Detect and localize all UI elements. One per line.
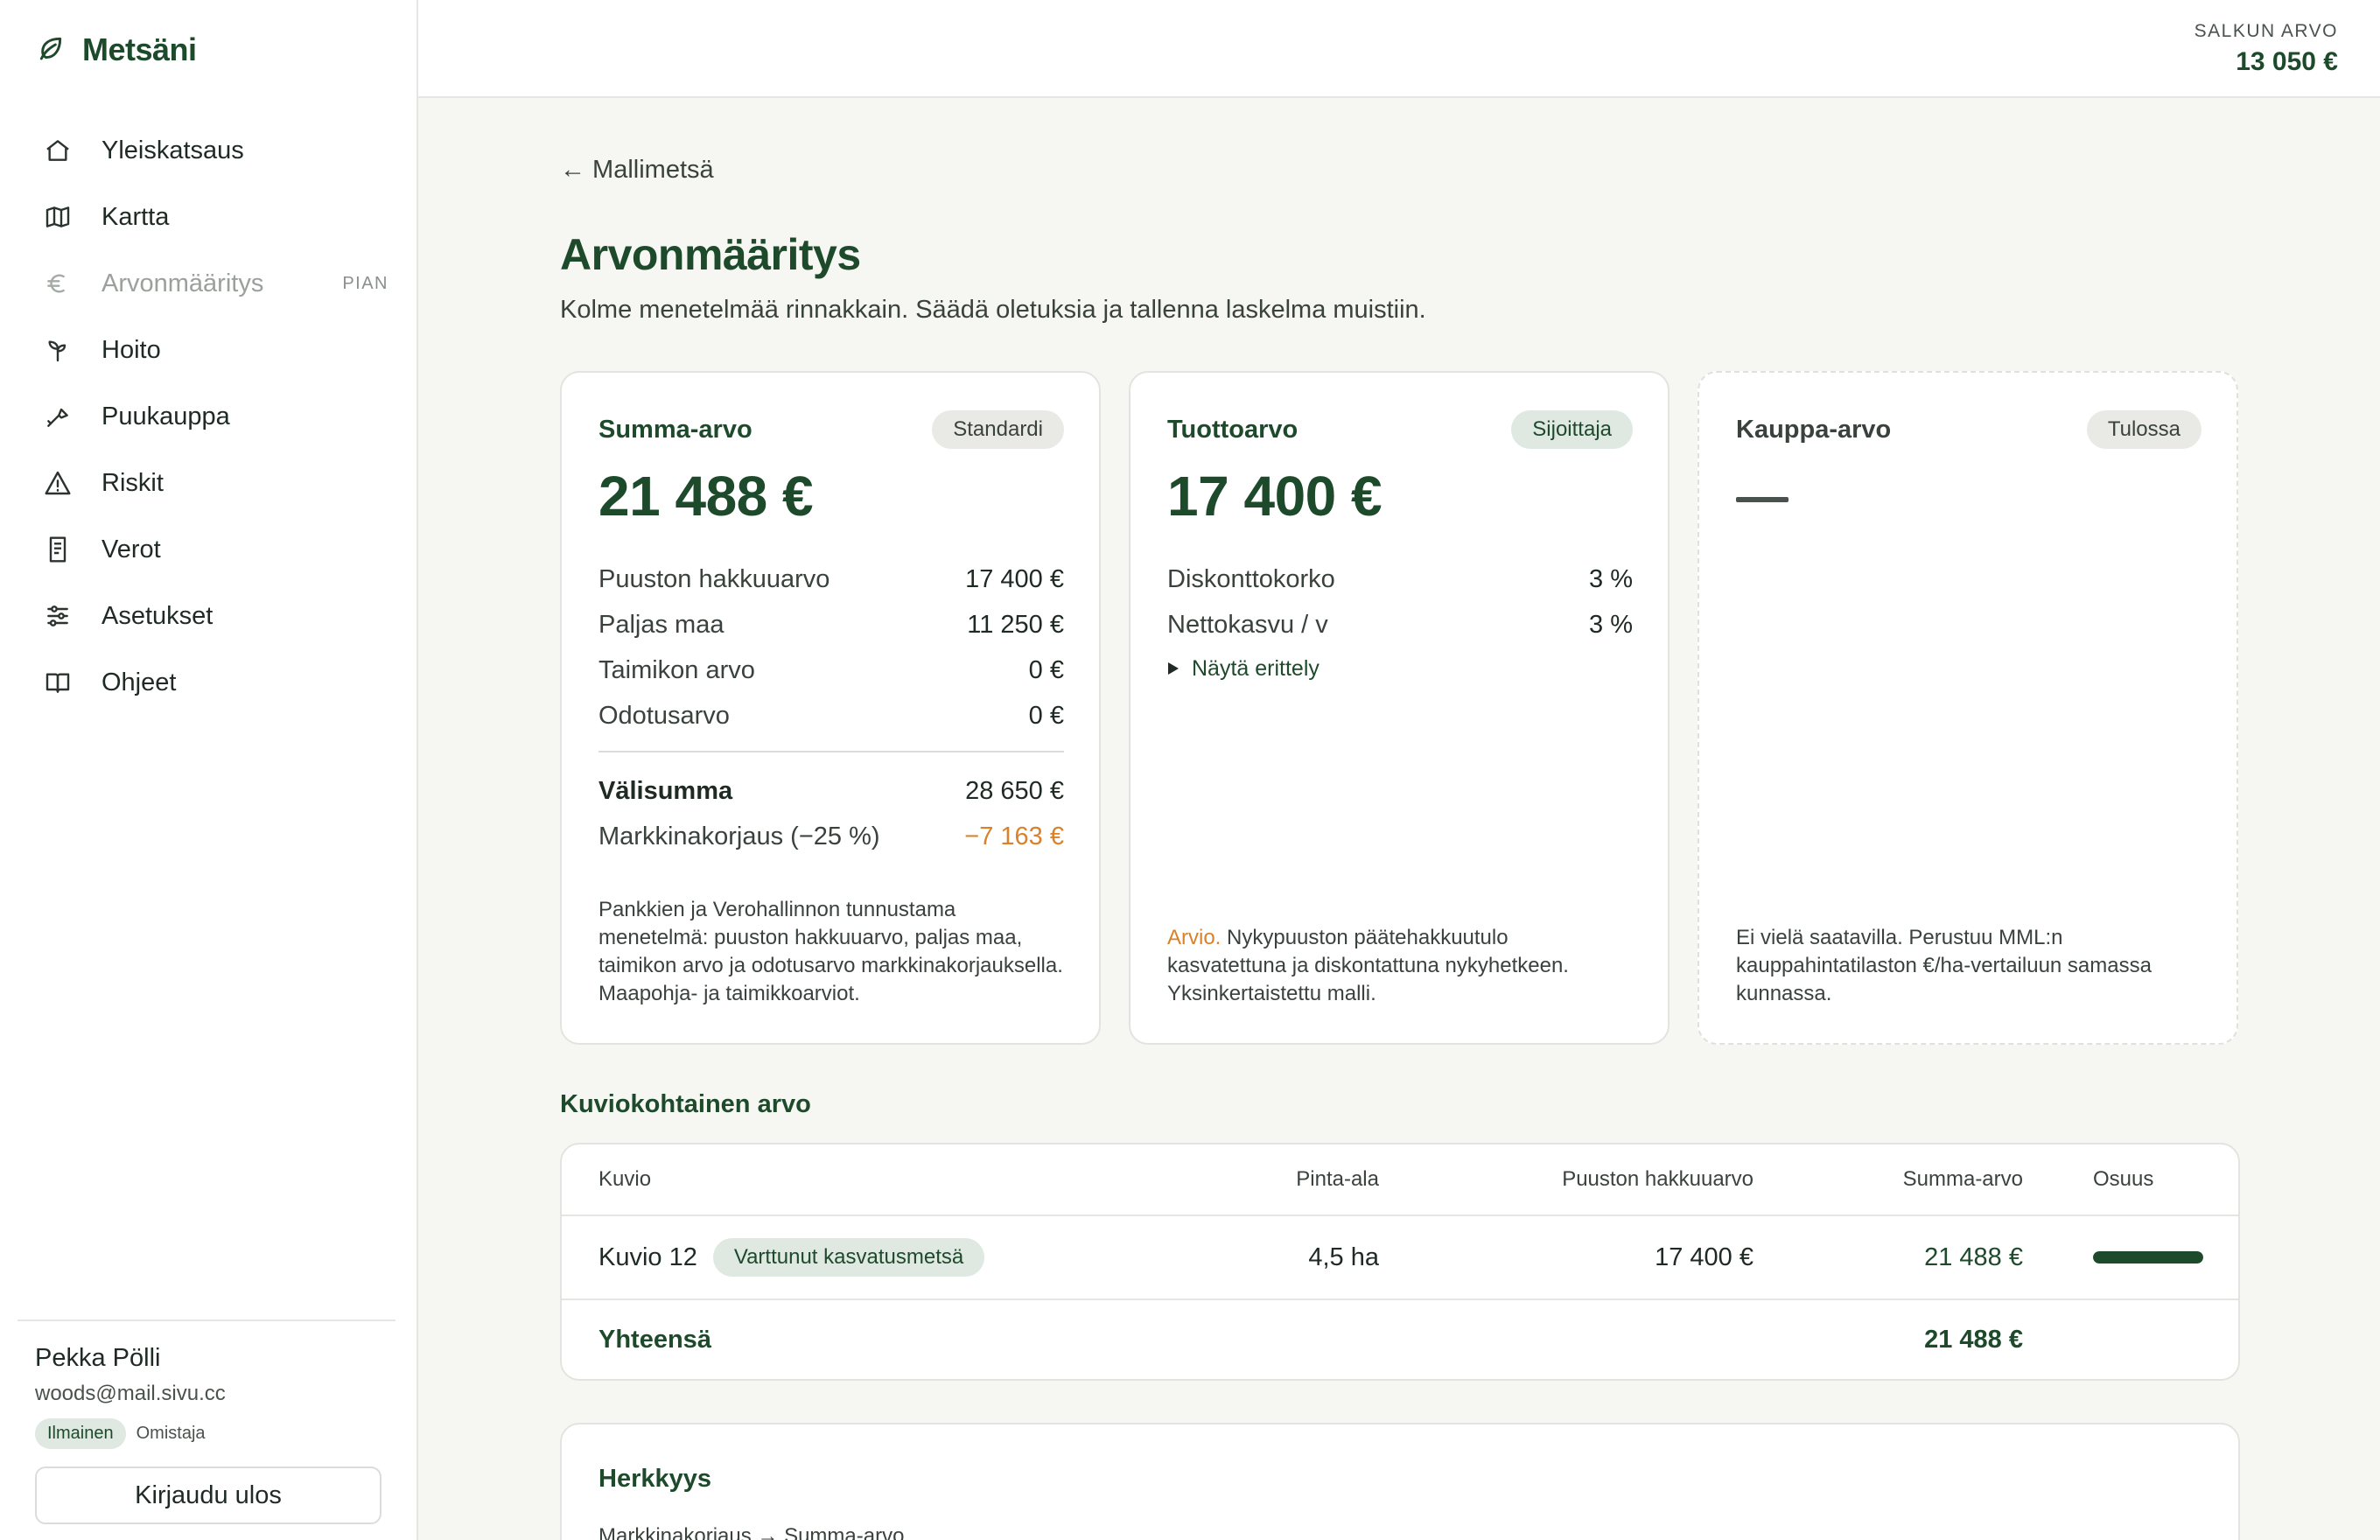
nav-label: Hoito [102, 335, 161, 364]
brand-name: Metsäni [82, 32, 197, 67]
sensitivity-title: Herkkyys [598, 1465, 711, 1493]
nav-label: Asetukset [102, 601, 214, 630]
show-breakdown-toggle[interactable]: Näytä erittely [1167, 656, 1633, 682]
stand-area: 4,5 ha [1308, 1242, 1379, 1271]
sensitivity-panel: Herkkyys Markkinakorjaus → Summa-arvo [560, 1423, 2240, 1540]
card-note: Pankkien ja Verohallinnon tunnustama men… [598, 898, 1063, 1005]
summa-arvo-card: Summa-arvo Standardi 21 488 € Puuston ha… [560, 371, 1101, 1045]
value-row: Odotusarvo 0 € [598, 701, 1064, 730]
nav-item-arvonmaaritys[interactable]: Arvonmääritys PIAN [23, 250, 396, 317]
nav-label: Verot [102, 535, 161, 564]
nav-item-hoito[interactable]: Hoito [23, 317, 396, 383]
nav-label: Kartta [102, 202, 170, 231]
net-growth-row[interactable]: Nettokasvu / v3 % [1167, 602, 1633, 648]
sidebar: Metsäni Yleiskatsaus Kartta Arvonmäärity… [0, 0, 418, 1540]
user-panel: Pekka Pölli woods@mail.sivu.cc Ilmainen … [18, 1320, 396, 1524]
user-name: Pekka Pölli [35, 1344, 161, 1372]
value-row: Puuston hakkuuarvo 17 400 € [598, 564, 1064, 593]
sliders-icon [40, 598, 75, 634]
method-tag: Tulossa [2086, 410, 2202, 449]
expander-label: Näytä erittely [1192, 656, 1320, 681]
market-correction-row: Markkinakorjaus (−25 %) −7 163 € [598, 822, 1064, 850]
coming-soon-badge: PIAN [342, 273, 388, 293]
value-row: Paljas maa 11 250 € [598, 610, 1064, 639]
method-tag: Sijoittaja [1511, 410, 1633, 449]
total-value: 21 488 € [1924, 1325, 2023, 1354]
nav-item-yleiskatsaus[interactable]: Yleiskatsaus [23, 117, 396, 184]
subtotal-row: Välisumma 28 650 € [598, 776, 1064, 805]
card-note: Ei vielä saatavilla. Perustuu MML:n kaup… [1736, 926, 2152, 1005]
stand-harvest-value: 17 400 € [1655, 1242, 1754, 1271]
estimate-label: Arvio. [1167, 926, 1222, 949]
card-value: 17 400 € [1167, 465, 1382, 528]
method-tag: Standardi [932, 410, 1064, 449]
share-bar-fill [2093, 1251, 2203, 1264]
nav-item-puukauppa[interactable]: Puukauppa [23, 383, 396, 450]
stand-value-table: Kuvio Pinta-ala Puuston hakkuuarvo Summa… [560, 1143, 2240, 1381]
nav-item-riskit[interactable]: Riskit [23, 450, 396, 516]
page-title: Arvonmääritys [560, 230, 861, 279]
map-icon [40, 200, 75, 234]
card-title: Summa-arvo [598, 415, 752, 444]
logout-button[interactable]: Kirjaudu ulos [35, 1466, 382, 1524]
portfolio-value: SALKUN ARVO 13 050 € [2194, 21, 2338, 77]
sprout-icon [40, 332, 75, 368]
brand-logo[interactable]: Metsäni [37, 32, 197, 68]
nav-label: Puukauppa [102, 402, 230, 430]
euro-icon [40, 266, 75, 301]
table-row[interactable]: Kuvio 12 Varttunut kasvatusmetsä 4,5 ha … [562, 1216, 2238, 1300]
nav-label: Yleiskatsaus [102, 136, 244, 164]
col-hakkuuarvo[interactable]: Puuston hakkuuarvo [1562, 1144, 1754, 1214]
table-total-row: Yhteensä 21 488 € [562, 1300, 2238, 1379]
card-title: Kauppa-arvo [1736, 415, 1892, 444]
back-link[interactable]: ← Mallimetsä [560, 156, 714, 185]
receipt-icon [40, 532, 75, 567]
card-note: Arvio. Nykypuuston päätehakkuutulo kasva… [1167, 924, 1633, 1008]
plan-badge: Ilmainen [35, 1418, 126, 1449]
top-bar: SALKUN ARVO 13 050 € [418, 0, 2380, 98]
portfolio-caption: SALKUN ARVO [2194, 21, 2338, 41]
warning-icon [40, 466, 75, 500]
nav-item-ohjeet[interactable]: Ohjeet [23, 649, 396, 716]
col-kuvio[interactable]: Kuvio [598, 1144, 651, 1214]
page-subtitle: Kolme menetelmää rinnakkain. Säädä oletu… [560, 296, 1426, 324]
kauppa-arvo-card: Kauppa-arvo Tulossa Ei vielä saatavilla.… [1698, 371, 2238, 1045]
col-summa-arvo[interactable]: Summa-arvo [1903, 1144, 2023, 1214]
stand-summa-value: 21 488 € [1924, 1242, 2023, 1271]
home-icon [40, 133, 75, 168]
triangle-right-icon [1167, 656, 1180, 682]
table-header: Kuvio Pinta-ala Puuston hakkuuarvo Summa… [562, 1144, 2238, 1216]
discount-rate-row[interactable]: Diskonttokorko 3 % [1167, 556, 1633, 602]
stand-name: Kuvio 12 [598, 1242, 697, 1271]
nav-label: Arvonmääritys [102, 269, 264, 298]
total-label: Yhteensä [598, 1325, 711, 1354]
col-pinta-ala[interactable]: Pinta-ala [1296, 1144, 1379, 1214]
nav-item-kartta[interactable]: Kartta [23, 184, 396, 250]
book-icon [40, 665, 75, 700]
tuottoarvo-card: Tuottoarvo Sijoittaja 17 400 € Diskontto… [1129, 371, 1670, 1045]
axe-icon [40, 399, 75, 434]
section-title: Kuviokohtainen arvo [560, 1090, 811, 1118]
col-osuus[interactable]: Osuus [2093, 1144, 2153, 1214]
value-row: Taimikon arvo 0 € [598, 655, 1064, 684]
divider [598, 751, 1064, 752]
card-title: Tuottoarvo [1167, 415, 1298, 444]
nav-label: Riskit [102, 468, 164, 497]
leaf-icon [37, 34, 65, 66]
portfolio-amount: 13 050 € [2236, 47, 2338, 76]
note-text: Nykypuuston päätehakkuutulo kasvatettuna… [1167, 926, 1569, 1005]
user-email: woods@mail.sivu.cc [35, 1382, 226, 1405]
card-value: 21 488 € [598, 465, 814, 528]
stand-type-tag: Varttunut kasvatusmetsä [712, 1238, 985, 1277]
no-value-dash [1736, 497, 1788, 502]
nav-label: Ohjeet [102, 668, 177, 696]
nav-item-asetukset[interactable]: Asetukset [23, 583, 396, 649]
sensitivity-subtitle: Markkinakorjaus → Summa-arvo [598, 1524, 905, 1540]
nav-item-verot[interactable]: Verot [23, 516, 396, 583]
main-nav: Yleiskatsaus Kartta Arvonmääritys PIAN H… [23, 117, 396, 716]
role-label: Omistaja [136, 1424, 206, 1443]
share-bar [2093, 1251, 2203, 1264]
